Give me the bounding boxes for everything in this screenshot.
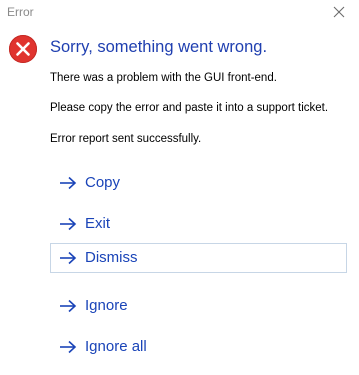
message-line: Please copy the error and paste it into … xyxy=(50,102,329,114)
message-line: There was a problem with the GUI front-e… xyxy=(50,72,277,84)
arrow-right-icon xyxy=(60,340,77,354)
ignore-command-label: Ignore xyxy=(85,297,128,314)
ignore-all-command-link[interactable]: Ignore all xyxy=(50,332,347,362)
arrow-right-icon xyxy=(60,217,77,231)
exit-command-label: Exit xyxy=(85,215,111,232)
error-heading: Sorry, something went wrong. xyxy=(50,38,268,56)
close-icon xyxy=(333,6,345,18)
arrow-right-icon xyxy=(60,251,77,265)
dismiss-command-label: Dismiss xyxy=(85,249,138,266)
message-line: Error report sent successfully. xyxy=(50,133,202,145)
exit-command-link[interactable]: Exit xyxy=(50,209,347,239)
dismiss-command-link[interactable]: Dismiss xyxy=(50,243,347,273)
ignore-all-command-label: Ignore all xyxy=(85,338,147,355)
copy-command-link[interactable]: Copy xyxy=(50,168,347,198)
close-button[interactable] xyxy=(331,4,347,20)
copy-command-label: Copy xyxy=(85,174,121,191)
error-icon xyxy=(9,35,37,63)
arrow-right-icon xyxy=(60,299,77,313)
title-bar: Error xyxy=(0,0,359,26)
ignore-command-link[interactable]: Ignore xyxy=(50,291,347,321)
error-dialog: Error Sorry, something went wrong. There… xyxy=(0,0,359,375)
arrow-right-icon xyxy=(60,176,77,190)
window-title: Error xyxy=(7,5,34,19)
